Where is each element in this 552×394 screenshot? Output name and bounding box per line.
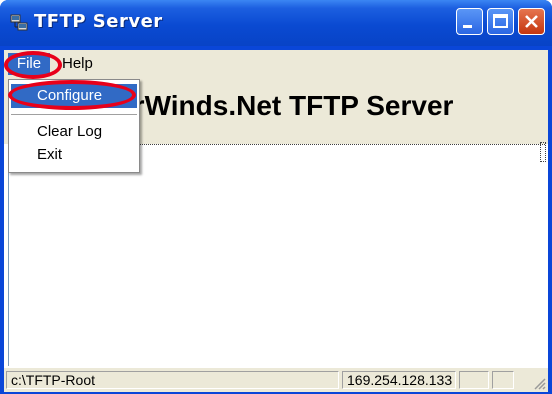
close-button[interactable] — [518, 8, 545, 35]
menu-file[interactable]: File — [8, 53, 50, 75]
menu-separator — [11, 114, 137, 115]
status-bar: c:\TFTP-Root 169.254.128.133 — [4, 368, 548, 392]
maximize-icon — [493, 14, 508, 28]
menu-item-clear-log[interactable]: Clear Log — [11, 120, 137, 144]
resize-grip-icon[interactable] — [532, 376, 546, 390]
maximize-button[interactable] — [487, 8, 514, 35]
status-ip-address: 169.254.128.133 — [342, 371, 456, 389]
menu-item-exit[interactable]: Exit — [11, 143, 137, 167]
window-title: TFTP Server — [34, 11, 163, 32]
tftp-server-window: TFTP Server File Help SolarWinds.Net TFT… — [0, 0, 552, 394]
status-root-path: c:\TFTP-Root — [6, 371, 339, 389]
file-menu-dropdown: Configure Clear Log Exit — [8, 79, 140, 173]
server-icon — [10, 14, 28, 32]
title-bar[interactable]: TFTP Server — [0, 0, 552, 46]
log-area[interactable] — [12, 144, 545, 367]
menu-file-label: File — [16, 55, 42, 72]
menu-help-label: Help — [62, 55, 93, 72]
status-panel-empty-2 — [492, 371, 514, 389]
minimize-button[interactable] — [456, 8, 483, 35]
status-panel-empty — [459, 371, 489, 389]
menu-item-configure[interactable]: Configure — [11, 84, 137, 108]
close-icon — [525, 15, 538, 28]
menu-bar: File Help — [4, 50, 548, 78]
log-focus-marker — [540, 142, 546, 162]
menu-help[interactable]: Help — [62, 53, 93, 75]
minimize-icon — [463, 25, 472, 28]
